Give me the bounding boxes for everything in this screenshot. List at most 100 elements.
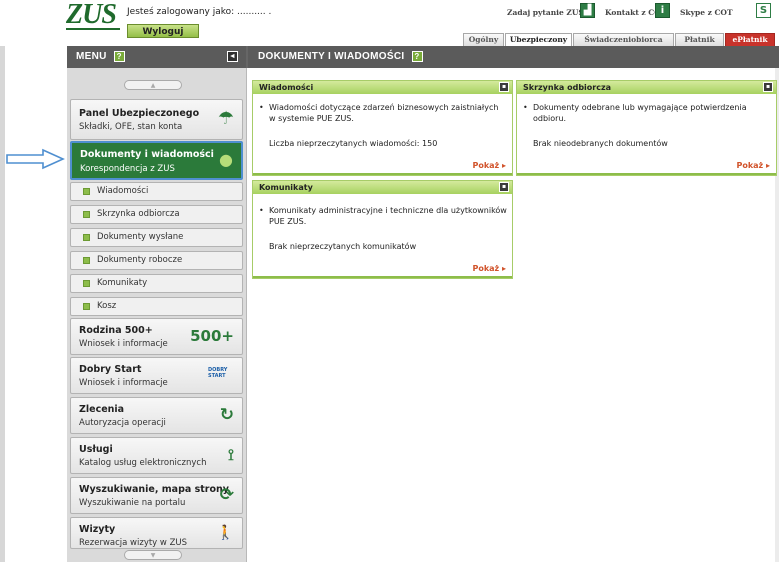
panel-title: Komunikaty <box>259 183 313 192</box>
minimize-icon[interactable]: ▪ <box>499 82 509 92</box>
rodzina-500-logo: 500+ <box>190 327 234 345</box>
submenu-item-komunikaty[interactable]: Komunikaty <box>70 274 243 293</box>
menu-item-subtitle: Katalog usług elektronicznych <box>79 458 207 468</box>
tab-swiadczeniobiorca[interactable]: Świadczeniobiorca <box>573 33 674 46</box>
show-link[interactable]: Pokaż ▸ <box>736 161 770 170</box>
panel-bottom-border <box>253 173 512 175</box>
help-icon[interactable]: ? <box>411 50 423 62</box>
umbrella-icon: ☂ <box>217 108 234 129</box>
speech-bubble-icon: ● <box>219 150 233 169</box>
bullet-icon: • <box>259 103 264 112</box>
logout-button[interactable]: Wyloguj <box>127 24 199 38</box>
menu-item-panel-ubezpieczonego[interactable]: Panel Ubezpieczonego Składki, OFE, stan … <box>70 99 243 140</box>
menu-item-subtitle: Wniosek i informacje <box>79 378 168 388</box>
tab-platnik[interactable]: Płatnik <box>675 33 724 46</box>
submenu-item-kosz[interactable]: Kosz <box>70 297 243 316</box>
menu-title: MENU <box>76 51 107 62</box>
logged-in-text: Jesteś zalogowany jako: .......... . <box>127 7 272 17</box>
menu-item-subtitle: Składki, OFE, stan konta <box>79 122 183 132</box>
menu-item-subtitle: Korespondencja z ZUS <box>80 164 175 174</box>
submenu-item-dokumenty-wyslane[interactable]: Dokumenty wysłane <box>70 228 243 247</box>
panel-wiadomosci: Wiadomości ▪ • Wiadomości dotyczące zdar… <box>252 80 513 176</box>
submenu-item-skrzynka-odbiorcza[interactable]: Skrzynka odbiorcza <box>70 205 243 224</box>
ask-question-link[interactable]: Zadaj pytanie ZUS <box>507 8 584 17</box>
panel-skrzynka-odbiorcza: Skrzynka odbiorcza ▪ • Dokumenty odebran… <box>516 80 777 176</box>
tab-eplatnik[interactable]: ePłatnik <box>725 33 775 46</box>
pointer-arrow-icon <box>6 148 65 170</box>
panel-info: Liczba nieprzeczytanych wiadomości: 150 <box>269 139 438 148</box>
skype-icon[interactable]: S <box>756 3 771 18</box>
refresh-icon: ↻ <box>219 405 234 425</box>
menu-item-title: Usługi <box>79 444 113 455</box>
menu-item-dobry-start[interactable]: Dobry Start Wniosek i informacje DOBRY S… <box>70 357 243 394</box>
help-icon[interactable]: ? <box>113 50 125 62</box>
submenu-item-label: Dokumenty robocze <box>97 255 183 265</box>
minimize-icon[interactable]: ▪ <box>499 182 509 192</box>
panel-description: Wiadomości dotyczące zdarzeń biznesowych… <box>269 103 499 123</box>
main-header: DOKUMENTY I WIADOMOŚCI ? <box>248 46 779 68</box>
menu-scroll-down-button[interactable]: ▼ <box>124 550 182 560</box>
menu-item-title: Dokumenty i wiadomości <box>80 149 214 160</box>
panel-description: Komunikaty administracyjne i techniczne … <box>269 206 507 226</box>
minimize-icon[interactable]: ▪ <box>763 82 773 92</box>
panel-description: Dokumenty odebrane lub wymagające potwie… <box>533 103 747 123</box>
page-title: DOKUMENTY I WIADOMOŚCI <box>258 51 405 62</box>
menu-item-subtitle: Rezerwacja wizyty w ZUS <box>79 538 188 548</box>
bullet-icon: • <box>259 206 264 215</box>
menu-item-dokumenty-i-wiadomosci[interactable]: Dokumenty i wiadomości Korespondencja z … <box>70 141 243 180</box>
submenu-item-label: Kosz <box>97 301 117 311</box>
walking-person-icon: 🚶 <box>216 525 234 541</box>
panel-info: Brak nieodebranych dokumentów <box>533 139 668 148</box>
collapse-menu-icon[interactable]: ◄ <box>227 51 238 62</box>
bullet-square-icon <box>83 211 90 218</box>
usb-icon: ⟟ <box>228 445 234 464</box>
bullet-square-icon <box>83 188 90 195</box>
logo-underline <box>66 28 120 30</box>
bullet-square-icon <box>83 234 90 241</box>
bullet-square-icon <box>83 280 90 287</box>
bullet-square-icon <box>83 257 90 264</box>
bullet-square-icon <box>83 303 90 310</box>
panel-komunikaty: Komunikaty ▪ • Komunikaty administracyjn… <box>252 180 513 279</box>
panel-title: Wiadomości <box>259 83 314 92</box>
info-icon[interactable]: i <box>655 3 670 18</box>
show-link[interactable]: Pokaż ▸ <box>472 161 506 170</box>
panel-header: Skrzynka odbiorcza ▪ <box>517 81 776 94</box>
panel-bottom-border <box>517 173 776 175</box>
dobry-start-logo: DOBRY START <box>208 367 228 379</box>
menu-header: MENU ? ◄ <box>67 46 246 68</box>
menu-item-title: Wizyty <box>79 524 116 535</box>
panel-header: Komunikaty ▪ <box>253 181 512 194</box>
menu-item-subtitle: Autoryzacja operacji <box>79 418 166 428</box>
menu-item-title: Rodzina 500+ <box>79 325 153 336</box>
menu-scroll-up-button[interactable]: ▲ <box>124 80 182 90</box>
menu-item-wyszukiwanie[interactable]: Wyszukiwanie, mapa strony Wyszukiwanie n… <box>70 477 243 514</box>
menu-item-rodzina-500[interactable]: Rodzina 500+ Wniosek i informacje 500+ <box>70 318 243 355</box>
submenu-item-label: Komunikaty <box>97 278 148 288</box>
bullet-icon: • <box>523 103 528 112</box>
left-page-edge <box>0 0 5 562</box>
submenu-item-dokumenty-robocze[interactable]: Dokumenty robocze <box>70 251 243 270</box>
skype-cot-link[interactable]: Skype z COT <box>680 8 733 17</box>
submenu-item-label: Dokumenty wysłane <box>97 232 184 242</box>
menu-item-uslugi[interactable]: Usługi Katalog usług elektronicznych ⟟ <box>70 437 243 474</box>
tab-ubezpieczony[interactable]: Ubezpieczony <box>505 33 572 47</box>
submenu-item-label: Wiadomości <box>97 186 149 196</box>
tab-ogolny[interactable]: Ogólny <box>463 33 504 46</box>
chat-icon[interactable]: ▟ <box>580 3 595 18</box>
panel-title: Skrzynka odbiorcza <box>523 83 612 92</box>
show-link[interactable]: Pokaż ▸ <box>472 264 506 273</box>
zus-logo[interactable]: ZUS <box>66 1 120 29</box>
menu-item-subtitle: Wyszukiwanie na portalu <box>79 498 186 508</box>
menu-item-wizyty[interactable]: Wizyty Rezerwacja wizyty w ZUS 🚶 <box>70 517 243 549</box>
menu-item-zlecenia[interactable]: Zlecenia Autoryzacja operacji ↻ <box>70 397 243 434</box>
menu-item-title: Dobry Start <box>79 364 142 375</box>
panel-info: Brak nieprzeczytanych komunikatów <box>269 242 417 251</box>
sync-icon: ⟳ <box>219 485 234 505</box>
menu-item-title: Wyszukiwanie, mapa strony <box>79 484 229 495</box>
top-header: ZUS Jesteś zalogowany jako: .......... .… <box>0 0 779 47</box>
menu-item-title: Panel Ubezpieczonego <box>79 108 200 119</box>
submenu-item-label: Skrzynka odbiorcza <box>97 209 180 219</box>
submenu-item-wiadomosci[interactable]: Wiadomości <box>70 182 243 201</box>
menu-item-title: Zlecenia <box>79 404 125 415</box>
